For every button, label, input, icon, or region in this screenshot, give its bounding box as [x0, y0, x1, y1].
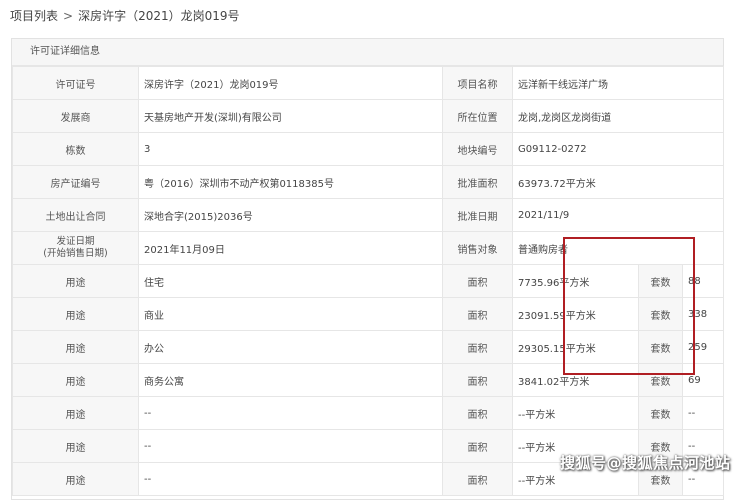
units-label: 套数 [638, 264, 683, 298]
issue-date-value: 2021年11月09日 [138, 231, 443, 265]
use-value: -- [138, 462, 443, 496]
use-value: 办公 [138, 330, 443, 364]
table-row: 栋数 3 地块编号 G09112-0272 [12, 132, 724, 166]
usage-row: 用途 商业 面积 23091.59平方米 套数 338 [12, 297, 724, 331]
units-value: 259 [682, 330, 724, 364]
units-value: 88 [682, 264, 724, 298]
location-label: 所在位置 [442, 99, 513, 133]
breadcrumb-separator: > [63, 9, 74, 23]
use-label: 用途 [12, 330, 139, 364]
land-contract-label: 土地出让合同 [12, 198, 139, 232]
use-label: 用途 [12, 297, 139, 331]
buildings-value: 3 [138, 132, 443, 166]
area-value: 23091.59平方米 [512, 297, 639, 331]
units-value: -- [682, 396, 724, 430]
area-value: 3841.02平方米 [512, 363, 639, 397]
issue-date-label-line1: 发证日期 [56, 236, 95, 247]
table-row: 土地出让合同 深地合字(2015)2036号 批准日期 2021/11/9 [12, 198, 724, 232]
issue-date-label-line2: (开始销售日期) [43, 248, 108, 259]
area-label: 面积 [442, 264, 513, 298]
property-cert-value: 粤（2016）深圳市不动产权第0118385号 [138, 165, 443, 199]
land-contract-value: 深地合字(2015)2036号 [138, 198, 443, 232]
area-label: 面积 [442, 363, 513, 397]
sales-target-value: 普通购房者 [512, 231, 724, 265]
use-label: 用途 [12, 264, 139, 298]
license-no-label: 许可证号 [12, 66, 139, 100]
use-value: -- [138, 396, 443, 430]
area-value: 29305.15平方米 [512, 330, 639, 364]
units-label: 套数 [638, 363, 683, 397]
license-detail-panel: 许可证详细信息 许可证号 深房许字（2021）龙岗019号 项目名称 远洋新干线… [11, 38, 724, 500]
issue-date-label: 发证日期 (开始销售日期) [12, 231, 139, 265]
table-row: 发证日期 (开始销售日期) 2021年11月09日 销售对象 普通购房者 [12, 231, 724, 265]
use-label: 用途 [12, 429, 139, 463]
developer-label: 发展商 [12, 99, 139, 133]
units-label: 套数 [638, 396, 683, 430]
units-value: 69 [682, 363, 724, 397]
units-label: 套数 [638, 330, 683, 364]
use-value: 住宅 [138, 264, 443, 298]
property-cert-label: 房产证编号 [12, 165, 139, 199]
watermark-text: 搜狐号@搜狐焦点河池站 [560, 454, 731, 472]
table-row: 许可证号 深房许字（2021）龙岗019号 项目名称 远洋新干线远洋广场 [12, 66, 724, 100]
use-value: 商业 [138, 297, 443, 331]
units-label: 套数 [638, 297, 683, 331]
approval-date-value: 2021/11/9 [512, 198, 724, 232]
area-label: 面积 [442, 330, 513, 364]
breadcrumb-project-list-link[interactable]: 项目列表 [10, 9, 58, 23]
plot-no-value: G09112-0272 [512, 132, 724, 166]
usage-row: 用途 住宅 面积 7735.96平方米 套数 88 [12, 264, 724, 298]
plot-no-label: 地块编号 [442, 132, 513, 166]
use-value: -- [138, 429, 443, 463]
table-row: 发展商 天基房地产开发(深圳)有限公司 所在位置 龙岗,龙岗区龙岗街道 [12, 99, 724, 133]
area-label: 面积 [442, 396, 513, 430]
usage-row: 用途 商务公寓 面积 3841.02平方米 套数 69 [12, 363, 724, 397]
location-value: 龙岗,龙岗区龙岗街道 [512, 99, 724, 133]
use-label: 用途 [12, 363, 139, 397]
project-name-value: 远洋新干线远洋广场 [512, 66, 724, 100]
area-label: 面积 [442, 462, 513, 496]
use-label: 用途 [12, 396, 139, 430]
license-detail-table: 许可证号 深房许字（2021）龙岗019号 项目名称 远洋新干线远洋广场 发展商… [12, 66, 724, 496]
use-value: 商务公寓 [138, 363, 443, 397]
area-label: 面积 [442, 297, 513, 331]
buildings-label: 栋数 [12, 132, 139, 166]
area-value: 7735.96平方米 [512, 264, 639, 298]
panel-title: 许可证详细信息 [12, 39, 723, 66]
license-no-value: 深房许字（2021）龙岗019号 [138, 66, 443, 100]
project-name-label: 项目名称 [442, 66, 513, 100]
use-label: 用途 [12, 462, 139, 496]
breadcrumb: 项目列表 > 深房许字（2021）龙岗019号 [10, 6, 240, 26]
sales-target-label: 销售对象 [442, 231, 513, 265]
area-label: 面积 [442, 429, 513, 463]
developer-value: 天基房地产开发(深圳)有限公司 [138, 99, 443, 133]
table-row: 房产证编号 粤（2016）深圳市不动产权第0118385号 批准面积 63973… [12, 165, 724, 199]
usage-row: 用途 办公 面积 29305.15平方米 套数 259 [12, 330, 724, 364]
area-value: --平方米 [512, 396, 639, 430]
usage-row: 用途 -- 面积 --平方米 套数 -- [12, 396, 724, 430]
approved-area-label: 批准面积 [442, 165, 513, 199]
approved-area-value: 63973.72平方米 [512, 165, 724, 199]
units-value: 338 [682, 297, 724, 331]
approval-date-label: 批准日期 [442, 198, 513, 232]
breadcrumb-current: 深房许字（2021）龙岗019号 [78, 9, 240, 23]
